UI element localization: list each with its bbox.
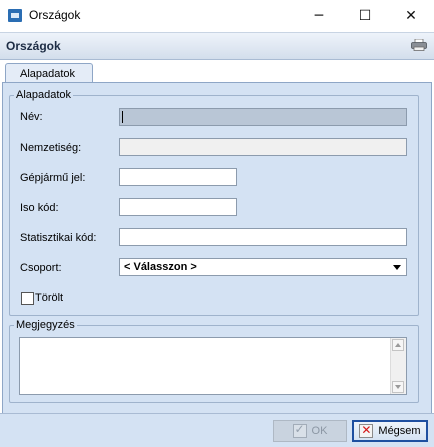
printer-icon[interactable] <box>411 39 427 51</box>
scroll-down-icon[interactable] <box>392 381 404 393</box>
stat-code-label: Statisztikai kód: <box>20 232 97 244</box>
page-title: Országok <box>6 39 61 53</box>
vehicle-code-field[interactable] <box>119 168 237 186</box>
tab-alapadatok[interactable]: Alapadatok <box>5 63 93 83</box>
checkmark-icon <box>292 422 307 438</box>
cancel-button[interactable]: Mégsem <box>352 420 428 442</box>
notes-group: Megjegyzés <box>9 319 419 403</box>
group-label: Csoport: <box>20 262 62 274</box>
close-button[interactable]: ✕ <box>388 0 434 32</box>
group-legend: Alapadatok <box>14 89 74 101</box>
vehicle-code-label: Gépjármű jel: <box>20 172 86 184</box>
notes-textarea[interactable] <box>19 337 407 395</box>
tab-label: Alapadatok <box>20 68 76 80</box>
scroll-up-icon[interactable] <box>392 339 404 351</box>
ok-label: OK <box>311 425 328 437</box>
app-icon <box>8 9 22 22</box>
name-field[interactable] <box>119 108 407 126</box>
nationality-field[interactable] <box>119 138 407 156</box>
dropdown-arrow-icon[interactable] <box>393 265 401 270</box>
iso-code-label: Iso kód: <box>20 202 59 214</box>
basic-data-group: Alapadatok Név: Nemzetiség: Gépjármű jel… <box>9 89 419 316</box>
group-selected-value: < Válasszon > <box>124 261 197 273</box>
text-caret <box>122 111 123 123</box>
title-bar[interactable]: Országok ─ ☐ ✕ <box>0 0 434 32</box>
iso-code-field[interactable] <box>119 198 237 216</box>
cancel-x-icon <box>359 423 374 438</box>
cancel-label: Mégsem <box>378 425 421 437</box>
stat-code-field[interactable] <box>119 228 407 246</box>
form-header: Országok <box>0 32 434 60</box>
countries-window: Országok ─ ☐ ✕ Országok Alapadatok Alapa… <box>0 0 434 447</box>
deleted-label[interactable]: Törölt <box>35 292 63 304</box>
window-title: Országok <box>29 8 81 22</box>
name-label: Név: <box>20 111 43 123</box>
group-select[interactable]: < Válasszon > <box>119 258 407 276</box>
maximize-button[interactable]: ☐ <box>342 0 388 32</box>
tab-panel: Alapadatok Név: Nemzetiség: Gépjármű jel… <box>2 82 432 414</box>
nationality-label: Nemzetiség: <box>20 142 82 154</box>
deleted-checkbox[interactable] <box>21 292 34 305</box>
button-bar: OK Mégsem <box>0 413 434 447</box>
notes-scrollbar[interactable] <box>390 338 406 394</box>
minimize-button[interactable]: ─ <box>296 0 342 32</box>
ok-button[interactable]: OK <box>273 420 347 442</box>
group-legend: Megjegyzés <box>14 319 77 331</box>
